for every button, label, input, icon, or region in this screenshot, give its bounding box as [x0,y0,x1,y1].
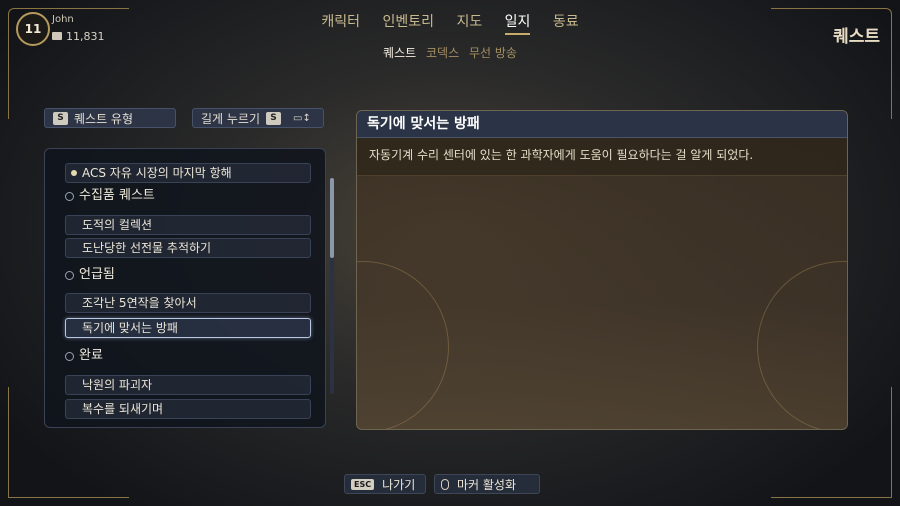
sub-nav: 퀘스트 코덱스 무선 방송 [0,44,900,61]
hold-label: 길게 누르기 [201,111,261,126]
tab-inventory[interactable]: 인벤토리 [382,14,434,30]
list-item-label: 도적의 컬렉션 [82,218,153,232]
list-item[interactable]: 낙원의 파괴자 [65,375,311,395]
quest-list-scrollbar[interactable] [330,178,334,394]
exit-label: 나가기 [382,477,416,492]
page-title: 퀘스트 [833,27,880,47]
active-quest-icon [71,170,77,176]
decorative-ornament [757,261,847,429]
list-item-label: ACS 자유 시장의 마지막 항해 [82,166,232,180]
sort-icon: ▭↕ [293,112,311,124]
list-item-label: 조각난 5연작을 찾아서 [82,296,197,310]
tab-journal[interactable]: 일지 [504,14,531,35]
list-item[interactable]: 조각난 5연작을 찾아서 [65,293,311,313]
section-header-mentioned[interactable]: 언급됨 [65,265,115,285]
list-item[interactable]: 도난당한 선전물 추적하기 [65,238,311,258]
mouse-icon [441,478,449,490]
marker-hint-button[interactable]: 마커 활성화 [434,474,540,494]
list-item-label: 독기에 맞서는 방패 [82,321,178,335]
section-header-collectibles[interactable]: 수집품 퀘스트 [65,186,155,206]
section-label: 언급됨 [79,267,115,282]
list-item-selected[interactable]: 독기에 맞서는 방패 [65,318,311,338]
section-label: 수집품 퀘스트 [79,188,155,203]
list-item[interactable]: 도적의 컬렉션 [65,215,311,235]
hold-sort-button[interactable]: 길게 누르기 S ▭↕ [192,108,324,128]
list-item-label: 도난당한 선전물 추적하기 [82,241,212,255]
subtab-radio[interactable]: 무선 방송 [469,46,517,60]
tab-companions[interactable]: 동료 [553,14,579,30]
collapse-icon [65,192,74,201]
credits-icon [52,32,62,40]
quest-type-button[interactable]: S 퀘스트 유형 [44,108,176,128]
section-header-completed[interactable]: 완료 [65,346,103,366]
list-item-label: 낙원의 파괴자 [82,378,153,392]
key-s-icon: S [266,111,282,125]
decorative-ornament [357,261,449,429]
key-s-icon: S [53,111,68,125]
scroll-thumb[interactable] [330,178,334,258]
esc-key-icon: ESC [351,478,375,490]
list-item[interactable]: ACS 자유 시장의 마지막 항해 [65,163,311,183]
subtab-quests[interactable]: 퀘스트 [383,46,416,60]
quest-type-label: 퀘스트 유형 [74,111,134,126]
main-nav: 캐릭터 인벤토리 지도 일지 동료 [0,11,900,35]
exit-hint-button[interactable]: ESC 나가기 [344,474,426,494]
section-label: 완료 [79,348,103,363]
list-item[interactable]: 복수를 되새기며 [65,399,311,419]
tab-map[interactable]: 지도 [456,14,482,30]
tab-character[interactable]: 캐릭터 [321,14,360,30]
credits-value: 11,831 [66,30,105,43]
quest-list: ACS 자유 시장의 마지막 항해 수집품 퀘스트 도적의 컬렉션 도난당한 선… [44,148,326,428]
subtab-codex[interactable]: 코덱스 [426,46,459,60]
collapse-icon [65,352,74,361]
quest-detail-panel: 독기에 맞서는 방패 자동기계 수리 센터에 있는 한 과학자에게 도움이 필요… [356,110,848,430]
collapse-icon [65,271,74,280]
list-item-label: 복수를 되새기며 [82,402,164,416]
quest-detail-description: 자동기계 수리 센터에 있는 한 과학자에게 도움이 필요하다는 걸 알게 되었… [357,138,847,176]
player-credits: 11,831 [52,30,105,43]
marker-label: 마커 활성화 [457,477,517,492]
quest-detail-title: 독기에 맞서는 방패 [357,111,847,138]
